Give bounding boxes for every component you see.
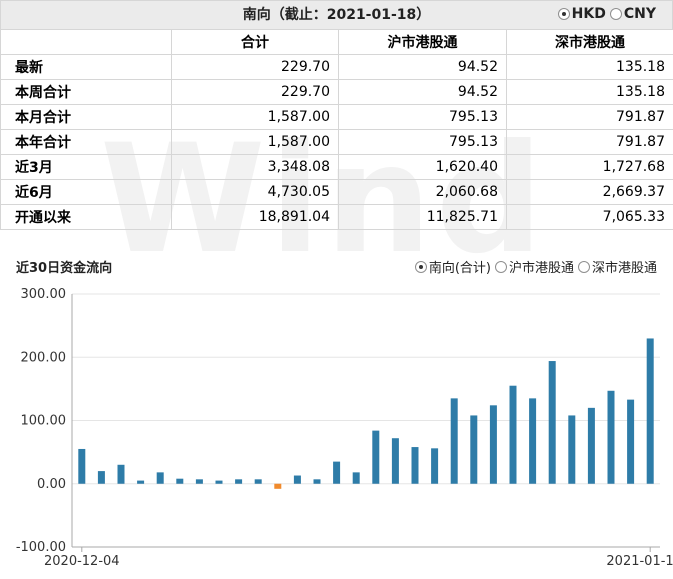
table-cell: 11,825.71 <box>338 204 507 230</box>
x-tick-label-start: 2020-12-04 <box>44 554 120 569</box>
table-cell: 4,730.05 <box>171 179 339 205</box>
bar <box>78 448 86 484</box>
chart-section-header: 近30日资金流向 南向(合计) 沪市港股通 深市港股通 <box>0 253 673 279</box>
table-cell: 18,891.04 <box>171 204 339 230</box>
bar <box>215 480 223 484</box>
row-label: 开通以来 <box>0 204 172 230</box>
bar <box>176 478 184 484</box>
table-cell: 1,727.68 <box>506 154 673 180</box>
summary-table: 合计 沪市港股通 深市港股通 最新 229.70 94.52 135.18 本周… <box>0 29 673 230</box>
row-label: 本月合计 <box>0 104 172 130</box>
bar <box>529 398 537 484</box>
x-tick-label-end: 2021-01-18 <box>606 554 673 569</box>
currency-selector: HKD CNY <box>557 6 658 22</box>
bar <box>372 430 380 484</box>
bar <box>587 407 595 484</box>
table-cell: 1,587.00 <box>171 104 339 130</box>
table-cell: 7,065.33 <box>506 204 673 230</box>
y-tick-label: 0.00 <box>37 477 66 492</box>
table-cell: 795.13 <box>338 129 507 155</box>
bar <box>548 361 556 484</box>
direction-shenzhen-label[interactable]: 深市港股通 <box>592 257 657 276</box>
direction-shanghai-label[interactable]: 沪市港股通 <box>509 257 574 276</box>
header-bar: 南向（截止：2021-01-18） HKD CNY <box>0 0 673 30</box>
bar <box>568 415 576 484</box>
table-row: 近6月 4,730.05 2,060.68 2,669.37 <box>0 179 673 205</box>
direction-south-total-radio[interactable] <box>414 260 427 273</box>
currency-cny-label[interactable]: CNY <box>624 6 656 22</box>
currency-cny-radio[interactable] <box>609 8 622 20</box>
row-label: 最新 <box>0 54 172 80</box>
bar <box>274 483 282 489</box>
bar <box>97 471 105 484</box>
table-row: 本年合计 1,587.00 795.13 791.87 <box>0 129 673 155</box>
table-cell: 791.87 <box>506 104 673 130</box>
table-row: 开通以来 18,891.04 11,825.71 7,065.33 <box>0 204 673 230</box>
bar <box>117 464 125 484</box>
direction-shanghai-radio[interactable] <box>494 260 507 273</box>
bar <box>333 461 341 484</box>
table-cell: 229.70 <box>171 54 339 80</box>
bar <box>352 472 360 484</box>
y-tick-label: 200.00 <box>21 350 67 365</box>
y-tick-label: 300.00 <box>21 287 67 302</box>
y-tick-label: 100.00 <box>21 414 67 429</box>
bar <box>627 399 635 484</box>
bar <box>607 390 615 484</box>
table-cell: 2,669.37 <box>506 179 673 205</box>
column-header: 深市港股通 <box>506 29 673 55</box>
chart-section-title: 近30日资金流向 <box>16 261 113 276</box>
table-cell: 135.18 <box>506 54 673 80</box>
column-header <box>0 29 172 55</box>
table-cell: 2,060.68 <box>338 179 507 205</box>
currency-hkd-radio[interactable] <box>557 8 570 20</box>
bar <box>489 405 497 484</box>
bar <box>235 479 243 484</box>
direction-shenzhen-radio[interactable] <box>577 260 590 273</box>
row-label: 近3月 <box>0 154 172 180</box>
column-header: 沪市港股通 <box>338 29 507 55</box>
bar <box>137 480 145 484</box>
fund-flow-bar-chart: -100.00 0.00 100.00 200.00 300.00 2020-12-04 2… <box>16 287 673 569</box>
direction-selector: 南向(合计) 沪市港股通 深市港股通 <box>414 257 659 276</box>
bar <box>254 479 262 484</box>
row-label: 本年合计 <box>0 129 172 155</box>
bar <box>313 479 321 484</box>
bar <box>431 448 439 484</box>
direction-south-total-label[interactable]: 南向(合计) <box>429 257 491 276</box>
y-tick-label: -100.00 <box>16 540 66 555</box>
bar <box>156 472 164 484</box>
table-cell: 94.52 <box>338 79 507 105</box>
currency-hkd-label[interactable]: HKD <box>572 6 606 22</box>
bar <box>509 385 517 484</box>
table-cell: 1,587.00 <box>171 129 339 155</box>
table-row: 最新 229.70 94.52 135.18 <box>0 54 673 80</box>
bar <box>646 338 654 484</box>
bar <box>293 475 301 484</box>
column-header: 合计 <box>171 29 339 55</box>
bar <box>470 415 478 484</box>
table-cell: 795.13 <box>338 104 507 130</box>
table-cell: 1,620.40 <box>338 154 507 180</box>
row-label: 本周合计 <box>0 79 172 105</box>
bar <box>391 438 399 484</box>
table-cell: 94.52 <box>338 54 507 80</box>
table-cell: 135.18 <box>506 79 673 105</box>
fund-flow-panel: Wind 南向（截止：2021-01-18） HKD CNY 合计 沪市港股通 … <box>0 0 673 579</box>
table-cell: 3,348.08 <box>171 154 339 180</box>
bar <box>450 398 458 484</box>
bar <box>411 447 419 484</box>
table-cell: 229.70 <box>171 79 339 105</box>
table-row: 本周合计 229.70 94.52 135.18 <box>0 79 673 105</box>
bar <box>195 479 203 484</box>
table-header-row: 合计 沪市港股通 深市港股通 <box>0 29 673 55</box>
table-row: 本月合计 1,587.00 795.13 791.87 <box>0 104 673 130</box>
table-row: 近3月 3,348.08 1,620.40 1,727.68 <box>0 154 673 180</box>
row-label: 近6月 <box>0 179 172 205</box>
table-cell: 791.87 <box>506 129 673 155</box>
